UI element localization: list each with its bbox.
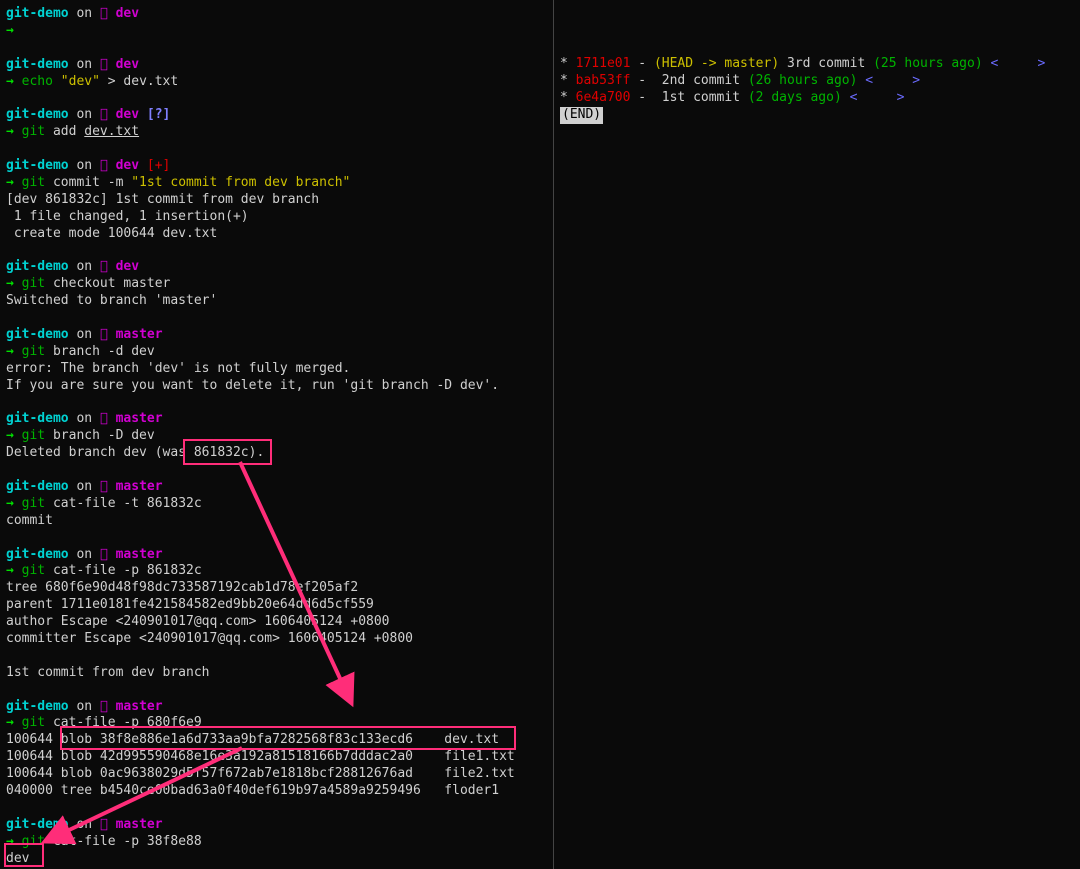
prompt-line: git-demo on  dev [?] <box>6 107 553 124</box>
prompt-line: git-demo on  master <box>6 547 553 564</box>
out-msg: 1st commit from dev branch <box>6 665 553 682</box>
terminal-split: git-demo on  dev → git-demo on  dev → … <box>0 0 1080 869</box>
prompt-line: git-demo on  master <box>6 327 553 344</box>
cmd-git-add: → git add dev.txt <box>6 124 553 141</box>
out-blob: dev <box>6 851 553 868</box>
cmd-git-commit: → git commit -m "1st commit from dev bra… <box>6 175 553 192</box>
cmd-echo: → echo "dev" > dev.txt <box>6 74 553 91</box>
prompt-line: git-demo on  master <box>6 699 553 716</box>
out-error: error: The branch 'dev' is not fully mer… <box>6 361 553 378</box>
log-line: * bab53ff - 2nd commit (26 hours ago) < … <box>560 73 1074 90</box>
out-ls: 040000 tree b4540ce00bad63a0f40def619b97… <box>6 783 553 800</box>
out-parent: parent 1711e0181fe421584582ed9bb20e64dd6… <box>6 597 553 614</box>
out-tree: tree 680f6e90d48f98dc733587192cab1d78ef2… <box>6 580 553 597</box>
left-pane[interactable]: git-demo on  dev → git-demo on  dev → … <box>0 0 554 869</box>
arrow-line: → <box>6 23 553 40</box>
out-type: commit <box>6 513 553 530</box>
cmd-branch-D: → git branch -D dev <box>6 428 553 445</box>
prompt-line: git-demo on  dev [+] <box>6 158 553 175</box>
cmd-branch-d: → git branch -d dev <box>6 344 553 361</box>
prompt-line: git-demo on  dev <box>6 6 553 23</box>
right-pane[interactable]: * 1711e01 - (HEAD -> master) 3rd commit … <box>554 0 1080 869</box>
out-commit: 1 file changed, 1 insertion(+) <box>6 209 553 226</box>
pager-end: (END) <box>560 107 1074 124</box>
log-line: * 1711e01 - (HEAD -> master) 3rd commit … <box>560 56 1074 73</box>
out-switched: Switched to branch 'master' <box>6 293 553 310</box>
cmd-git-checkout: → git checkout master <box>6 276 553 293</box>
out-ls: 100644 blob 38f8e886e1a6d733aa9bfa728256… <box>6 732 553 749</box>
out-commit: create mode 100644 dev.txt <box>6 226 553 243</box>
out-commit: [dev 861832c] 1st commit from dev branch <box>6 192 553 209</box>
out-ls: 100644 blob 42d995590468e16e3a192a815181… <box>6 749 553 766</box>
log-line: * 6e4a700 - 1st commit (2 days ago) < > <box>560 90 1074 107</box>
cmd-catfile-p: → git cat-file -p 861832c <box>6 563 553 580</box>
cmd-catfile-p2: → git cat-file -p 680f6e9 <box>6 715 553 732</box>
prompt-line: git-demo on  dev <box>6 259 553 276</box>
prompt-line: git-demo on  master <box>6 479 553 496</box>
prompt-line: git-demo on  dev <box>6 57 553 74</box>
out-committer: committer Escape <240901017@qq.com> 1606… <box>6 631 553 648</box>
cmd-catfile-p3: → git cat-file -p 38f8e88 <box>6 834 553 851</box>
prompt-line: git-demo on  master <box>6 411 553 428</box>
cmd-catfile-t: → git cat-file -t 861832c <box>6 496 553 513</box>
prompt-line: git-demo on  master <box>6 817 553 834</box>
out-deleted: Deleted branch dev (was 861832c). <box>6 445 553 462</box>
out-author: author Escape <240901017@qq.com> 1606405… <box>6 614 553 631</box>
out-error: If you are sure you want to delete it, r… <box>6 378 553 395</box>
out-ls: 100644 blob 0ac9638029d5f57f672ab7e1818b… <box>6 766 553 783</box>
